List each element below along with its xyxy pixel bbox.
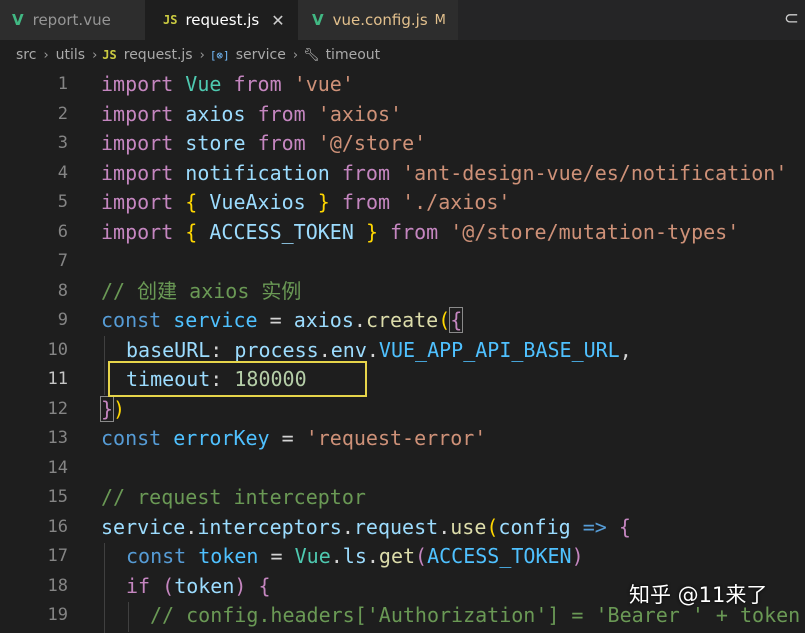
chevron-right-icon: › bbox=[292, 47, 299, 63]
line-number: 4 bbox=[57, 162, 68, 183]
line-number: 15 bbox=[47, 487, 68, 507]
line-number: 9 bbox=[57, 310, 68, 330]
chevron-right-icon: › bbox=[199, 47, 205, 63]
line-number: 18 bbox=[47, 575, 68, 596]
code-line: 12 }) bbox=[0, 395, 805, 425]
breadcrumb-utils[interactable]: utils bbox=[56, 47, 85, 63]
tab-vue-config-js[interactable]: V vue.config.js M bbox=[298, 0, 458, 40]
tab-label: vue.config.js bbox=[332, 11, 428, 29]
code-text: }) bbox=[99, 395, 126, 422]
tab-request-js[interactable]: JS request.js ✕ bbox=[145, 0, 298, 40]
breadcrumb-file[interactable]: request.js bbox=[124, 47, 193, 63]
code-line: 16 service.interceptors.request.use(conf… bbox=[0, 513, 805, 543]
js-file-icon: JS bbox=[163, 13, 178, 27]
modified-badge: M bbox=[434, 12, 446, 28]
split-editor-icon[interactable]: ⊂ bbox=[784, 8, 799, 29]
tab-label: report.vue bbox=[32, 11, 111, 29]
code-line: 2 import axios from 'axios' bbox=[0, 100, 805, 130]
chevron-right-icon: › bbox=[43, 47, 49, 63]
line-number: 11 bbox=[47, 369, 68, 389]
code-line: 14 bbox=[0, 454, 805, 484]
line-number: 13 bbox=[47, 428, 68, 448]
line-number: 5 bbox=[57, 192, 68, 212]
line-number: 10 bbox=[47, 339, 68, 360]
close-icon[interactable]: ✕ bbox=[271, 11, 284, 30]
code-line: 8 // 创建 axios 实例 bbox=[0, 277, 805, 307]
code-text: import store from '@/store' bbox=[101, 131, 427, 155]
breadcrumb-src[interactable]: src bbox=[16, 47, 36, 63]
code-line: 7 bbox=[0, 247, 805, 277]
vue-file-icon: V bbox=[312, 11, 324, 29]
code-line: 6 import { ACCESS_TOKEN } from '@/store/… bbox=[0, 218, 805, 248]
code-comment: // 创建 axios 实例 bbox=[101, 278, 302, 303]
line-number: 8 bbox=[57, 280, 68, 301]
code-text: const token = Vue.ls.get(ACCESS_TOKEN) bbox=[126, 544, 584, 568]
chevron-right-icon: › bbox=[92, 47, 98, 63]
code-line: 1 import Vue from 'vue' bbox=[0, 70, 805, 100]
code-comment: // request interceptor bbox=[101, 485, 366, 509]
code-text: import Vue from 'vue' bbox=[101, 72, 354, 96]
line-number: 14 bbox=[47, 457, 68, 478]
breadcrumb-service[interactable]: service bbox=[236, 47, 286, 63]
code-text: import axios from 'axios' bbox=[101, 101, 403, 126]
line-number: 1 bbox=[57, 74, 68, 94]
code-line: 9 const service = axios.create({ bbox=[0, 306, 805, 336]
tab-bar: V report.vue JS request.js ✕ V vue.confi… bbox=[0, 0, 805, 40]
code-text: const errorKey = 'request-error' bbox=[101, 426, 487, 450]
line-number: 19 bbox=[47, 605, 68, 625]
variable-icon: [⊗] bbox=[209, 48, 230, 62]
js-file-icon: JS bbox=[102, 48, 117, 62]
code-text: service.interceptors.request.use(config … bbox=[101, 514, 631, 539]
vue-file-icon: V bbox=[12, 11, 24, 29]
breadcrumb-timeout[interactable]: timeout bbox=[326, 47, 381, 63]
line-number: 17 bbox=[47, 546, 68, 566]
line-number: 16 bbox=[47, 516, 68, 537]
line-number: 6 bbox=[57, 221, 68, 242]
code-line: 15 // request interceptor bbox=[0, 483, 805, 513]
wrench-icon: 🔧︎ bbox=[303, 47, 320, 63]
line-number: 7 bbox=[57, 251, 68, 271]
code-line: 13 const errorKey = 'request-error' bbox=[0, 424, 805, 454]
watermark: 知乎 @11来了 bbox=[629, 583, 768, 607]
code-text: import { ACCESS_TOKEN } from '@/store/mu… bbox=[101, 219, 740, 244]
code-text: if (token) { bbox=[126, 573, 271, 598]
line-number: 12 bbox=[47, 398, 68, 419]
code-line: 4 import notification from 'ant-design-v… bbox=[0, 159, 805, 189]
line-number: 2 bbox=[57, 103, 68, 124]
code-text: const service = axios.create({ bbox=[101, 307, 464, 333]
code-line: 5 import { VueAxios } from './axios' bbox=[0, 188, 805, 218]
code-text: import notification from 'ant-design-vue… bbox=[101, 160, 788, 185]
breadcrumb: src › utils › JS request.js › [⊗] servic… bbox=[0, 40, 805, 70]
annotation-highlight-box bbox=[108, 361, 367, 397]
tab-label: request.js bbox=[185, 11, 260, 29]
code-text: import { VueAxios } from './axios' bbox=[101, 190, 511, 214]
code-line: 3 import store from '@/store' bbox=[0, 129, 805, 159]
tab-report-vue[interactable]: V report.vue bbox=[0, 0, 145, 40]
code-editor[interactable]: 1 import Vue from 'vue' 2 import axios f… bbox=[0, 70, 805, 633]
line-number: 3 bbox=[57, 133, 68, 153]
code-line: 17 const token = Vue.ls.get(ACCESS_TOKEN… bbox=[0, 542, 805, 572]
